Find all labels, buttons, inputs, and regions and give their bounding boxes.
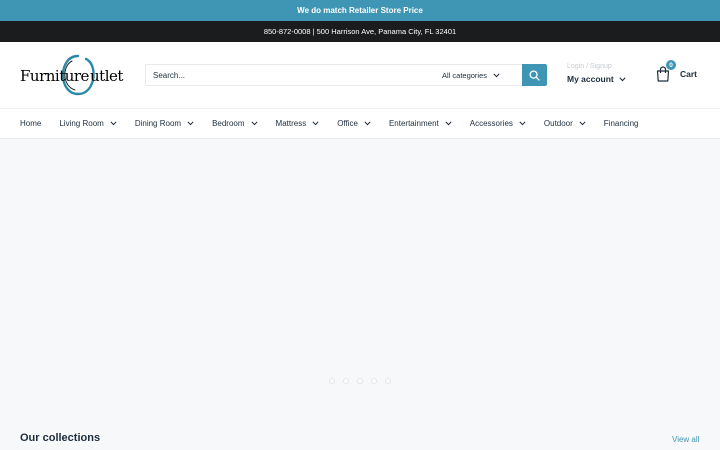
chevron-down-icon: [110, 121, 117, 126]
nav-item-label: Dining Room: [134, 119, 182, 128]
logo-text-left: Furniture: [20, 67, 90, 85]
my-account-label: My account: [567, 74, 614, 84]
chevron-down-icon: [250, 121, 258, 126]
nav-item-label: Accessories: [469, 119, 513, 128]
nav-item-office[interactable]: Office: [337, 119, 371, 128]
nav-item-label: Bedroom: [212, 119, 245, 128]
nav-item-mattress[interactable]: Mattress: [276, 119, 320, 128]
cart-button[interactable]: 0 Cart: [656, 60, 698, 82]
search-bar: All categories: [145, 64, 547, 86]
nav-item-label: Living Room: [59, 119, 104, 128]
search-button[interactable]: [522, 64, 547, 86]
chevron-down-icon: [312, 121, 319, 126]
nav-item-home[interactable]: Home: [20, 119, 41, 128]
slideshow-pagination: [0, 378, 720, 384]
login-signup-link[interactable]: Login / Signup: [567, 62, 637, 72]
promo-text: We do match Retailer Store Price: [297, 6, 423, 15]
view-all-link[interactable]: View all: [672, 435, 699, 444]
nav-item-outdoor[interactable]: Outdoor: [544, 119, 586, 128]
nav-item-entertainment[interactable]: Entertainment: [389, 119, 452, 128]
cart-count-badge: 0: [666, 60, 676, 70]
nav-item-label: Financing: [603, 119, 639, 128]
account-menu[interactable]: Login / Signup My account: [567, 62, 637, 84]
header: Furniture utlet All categories Login / S…: [0, 42, 720, 108]
nav-item-dining-room[interactable]: Dining Room: [135, 119, 194, 128]
collections-heading: Our collections: [20, 432, 101, 444]
chevron-down-icon: [493, 72, 500, 77]
store-info-text: 850-872-0008 | 500 Harrison Ave, Panama …: [263, 27, 457, 36]
chevron-down-icon: [364, 121, 371, 126]
nav-item-label: Home: [20, 119, 42, 128]
nav-item-financing[interactable]: Financing: [604, 119, 639, 128]
slide-dot-4[interactable]: [371, 378, 377, 384]
logo-text-right: utlet: [90, 67, 123, 85]
chevron-down-icon: [445, 121, 452, 126]
promo-bar: We do match Retailer Store Price: [0, 0, 720, 21]
nav-item-living-room[interactable]: Living Room: [59, 119, 117, 128]
slide-dot-1[interactable]: [329, 378, 335, 384]
slide-dot-2[interactable]: [343, 378, 349, 384]
main-navigation: Home Living Room Dining Room Bedroom Mat…: [0, 108, 720, 139]
hero-slideshow: [0, 140, 720, 395]
nav-item-label: Outdoor: [543, 119, 573, 128]
nav-item-label: Office: [337, 119, 358, 128]
search-input[interactable]: [146, 65, 432, 85]
chevron-down-icon: [519, 121, 526, 126]
chevron-down-icon: [619, 76, 626, 81]
chevron-down-icon: [579, 121, 586, 126]
category-select-label: All categories: [442, 70, 488, 80]
search-icon: [529, 69, 540, 81]
slide-dot-5[interactable]: [385, 378, 391, 384]
nav-item-label: Entertainment: [388, 119, 439, 128]
o-swoosh-logo-icon: Furniture utlet: [20, 54, 124, 96]
nav-item-label: Mattress: [275, 119, 307, 128]
nav-item-accessories[interactable]: Accessories: [470, 119, 526, 128]
category-select[interactable]: All categories: [432, 65, 522, 85]
slide-dot-3[interactable]: [357, 378, 363, 384]
store-info-bar: 850-872-0008 | 500 Harrison Ave, Panama …: [0, 21, 720, 42]
store-logo[interactable]: Furniture utlet: [20, 52, 124, 98]
nav-item-bedroom[interactable]: Bedroom: [212, 119, 258, 128]
chevron-down-icon: [187, 121, 194, 126]
cart-label: Cart: [680, 69, 698, 79]
